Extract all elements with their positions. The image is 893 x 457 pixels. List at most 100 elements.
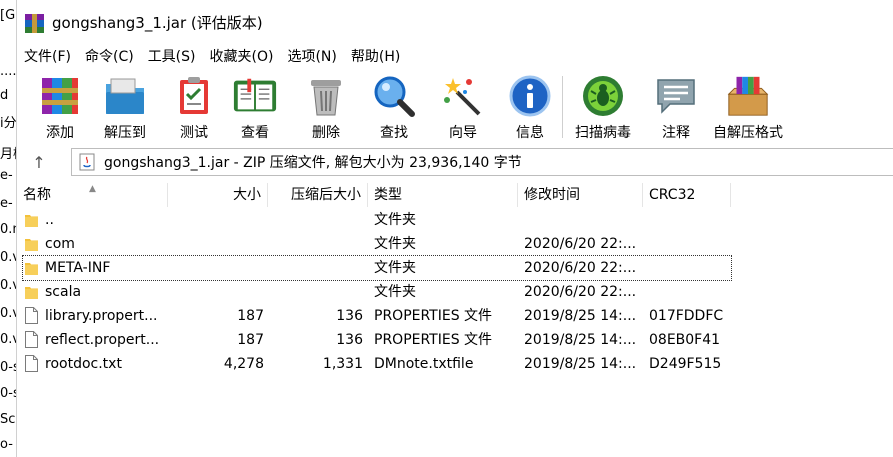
- file-size: 187: [237, 308, 264, 324]
- file-type: 文件夹: [374, 236, 416, 252]
- menu-tools[interactable]: 工具(S): [141, 46, 203, 68]
- test-button[interactable]: 测试: [171, 74, 217, 142]
- file-packed-size: [268, 280, 363, 304]
- wizard-icon: [440, 74, 486, 118]
- extract-to-icon: [102, 74, 148, 118]
- delete-button[interactable]: 删除: [303, 74, 349, 142]
- folder-icon: [25, 215, 38, 227]
- sfx-label: 自解压格式: [713, 125, 783, 141]
- file-packed-size: [268, 256, 363, 280]
- info-button[interactable]: 信息: [507, 74, 553, 142]
- file-row[interactable]: .. 文件夹: [23, 208, 731, 232]
- column-type-header[interactable]: 类型: [368, 183, 518, 207]
- bg-fragment: 0.v: [0, 250, 16, 265]
- winrar-window: gongshang3_1.jar (评估版本) 文件(F) 命令(C) 工具(S…: [17, 0, 893, 457]
- add-archive-icon: [37, 74, 83, 118]
- file-size: [168, 256, 264, 280]
- sort-ascending-icon: ▲: [89, 184, 96, 194]
- find-icon: [371, 74, 417, 118]
- file-modified: 2020/6/20 22:...: [524, 236, 637, 252]
- bg-fragment: 0.v: [0, 306, 16, 321]
- file-list: ▲ 名称 大小 压缩后大小 类型 修改时间 CRC32 .. 文件夹 com 文件夹 2…: [17, 180, 893, 457]
- folder-icon: [25, 287, 38, 299]
- bg-fragment: o-: [0, 437, 13, 452]
- address-row: ↑ gongshang3_1.jar - ZIP 压缩文件, 解包大小为 23,…: [17, 146, 893, 178]
- bg-fragment: e-: [0, 196, 13, 211]
- file-row[interactable]: com 文件夹 2020/6/20 22:...: [23, 232, 731, 256]
- file-crc: D249F515: [649, 356, 722, 372]
- file-row[interactable]: library.propert... 187 136 PROPERTIES 文件 201…: [23, 304, 731, 328]
- add-label: 添加: [46, 125, 74, 141]
- file-type: 文件夹: [374, 284, 416, 300]
- column-packed-header[interactable]: 压缩后大小: [268, 183, 368, 207]
- file-type: 文件夹: [374, 212, 416, 228]
- view-button[interactable]: 查看: [232, 74, 278, 142]
- menu-favorites[interactable]: 收藏夹(O): [203, 46, 281, 68]
- window-title: gongshang3_1.jar (评估版本): [52, 14, 263, 32]
- file-size: [168, 280, 264, 304]
- virus-scan-button[interactable]: 扫描病毒: [575, 74, 631, 142]
- file-type: PROPERTIES 文件: [374, 308, 493, 324]
- add-button[interactable]: 添加: [37, 74, 83, 142]
- file-name: com: [45, 236, 75, 252]
- file-row[interactable]: META-INF 文件夹 2020/6/20 22:...: [22, 255, 732, 281]
- folder-icon: [25, 263, 38, 275]
- wizard-button[interactable]: 向导: [440, 74, 486, 142]
- extract-to-button[interactable]: 解压到: [102, 74, 148, 142]
- file-row[interactable]: scala 文件夹 2020/6/20 22:...: [23, 280, 731, 304]
- comment-icon: [653, 74, 699, 118]
- sfx-button[interactable]: 自解压格式: [713, 74, 783, 142]
- menu-options[interactable]: 选项(N): [280, 46, 343, 68]
- file-name: rootdoc.txt: [45, 356, 122, 372]
- file-type: DMnote.txtfile: [374, 356, 474, 372]
- file-modified: [524, 208, 644, 232]
- file-size: 187: [237, 332, 264, 348]
- address-text: gongshang3_1.jar - ZIP 压缩文件, 解包大小为 23,93…: [104, 155, 522, 171]
- find-label: 查找: [380, 125, 408, 141]
- file-modified: 2019/8/25 14:...: [524, 332, 637, 348]
- toolbar: 添加 解压到 测试 查看 删除 查找 向导 信息 扫描病毒 注释 自解压格式: [17, 70, 893, 142]
- menu-commands[interactable]: 命令(C): [78, 46, 141, 68]
- find-button[interactable]: 查找: [371, 74, 417, 142]
- column-modified-header[interactable]: 修改时间: [518, 183, 643, 207]
- bg-fragment: e-: [0, 168, 13, 183]
- file-icon: [25, 307, 38, 324]
- extract-to-label: 解压到: [104, 125, 146, 141]
- virus-scan-label: 扫描病毒: [575, 125, 631, 141]
- title-bar[interactable]: gongshang3_1.jar (评估版本): [17, 0, 893, 46]
- delete-label: 删除: [312, 125, 340, 141]
- menu-help[interactable]: 帮助(H): [344, 46, 407, 68]
- view-icon: [232, 74, 278, 118]
- file-modified: 2020/6/20 22:...: [524, 260, 637, 276]
- menu-bar: 文件(F) 命令(C) 工具(S) 收藏夹(O) 选项(N) 帮助(H): [17, 46, 407, 68]
- bg-fragment: 0.v: [0, 278, 16, 293]
- file-packed-size: 136: [336, 308, 363, 324]
- file-name: scala: [45, 284, 82, 300]
- file-name: META-INF: [45, 260, 111, 276]
- info-label: 信息: [516, 125, 544, 141]
- file-modified: 2020/6/20 22:...: [524, 284, 637, 300]
- bg-fragment: 0-s: [0, 360, 16, 375]
- file-crc: [649, 232, 731, 256]
- up-button[interactable]: ↑: [27, 150, 51, 174]
- bg-fragment: 0-s: [0, 386, 16, 401]
- address-bar[interactable]: gongshang3_1.jar - ZIP 压缩文件, 解包大小为 23,93…: [71, 148, 893, 176]
- file-modified: 2019/8/25 14:...: [524, 308, 637, 324]
- file-size: [168, 208, 264, 232]
- list-header: ▲ 名称 大小 压缩后大小 类型 修改时间 CRC32: [17, 183, 893, 207]
- file-crc: 017FDDFC: [649, 308, 724, 324]
- file-row[interactable]: reflect.propert... 187 136 PROPERTIES 文件 201…: [23, 328, 731, 352]
- file-name: ..: [45, 212, 54, 228]
- bg-fragment: i分: [0, 116, 17, 131]
- file-row[interactable]: rootdoc.txt 4,278 1,331 DMnote.txtfile 2019/…: [23, 352, 731, 376]
- file-name: reflect.propert...: [45, 332, 160, 348]
- menu-file[interactable]: 文件(F): [17, 46, 78, 68]
- file-type: PROPERTIES 文件: [374, 332, 493, 348]
- comment-button[interactable]: 注释: [653, 74, 699, 142]
- column-crc-header[interactable]: CRC32: [643, 183, 731, 207]
- file-name: library.propert...: [45, 308, 158, 324]
- column-name-header[interactable]: ▲ 名称: [17, 183, 168, 207]
- column-size-header[interactable]: 大小: [168, 183, 268, 207]
- file-crc: [649, 208, 731, 232]
- test-label: 测试: [180, 125, 208, 141]
